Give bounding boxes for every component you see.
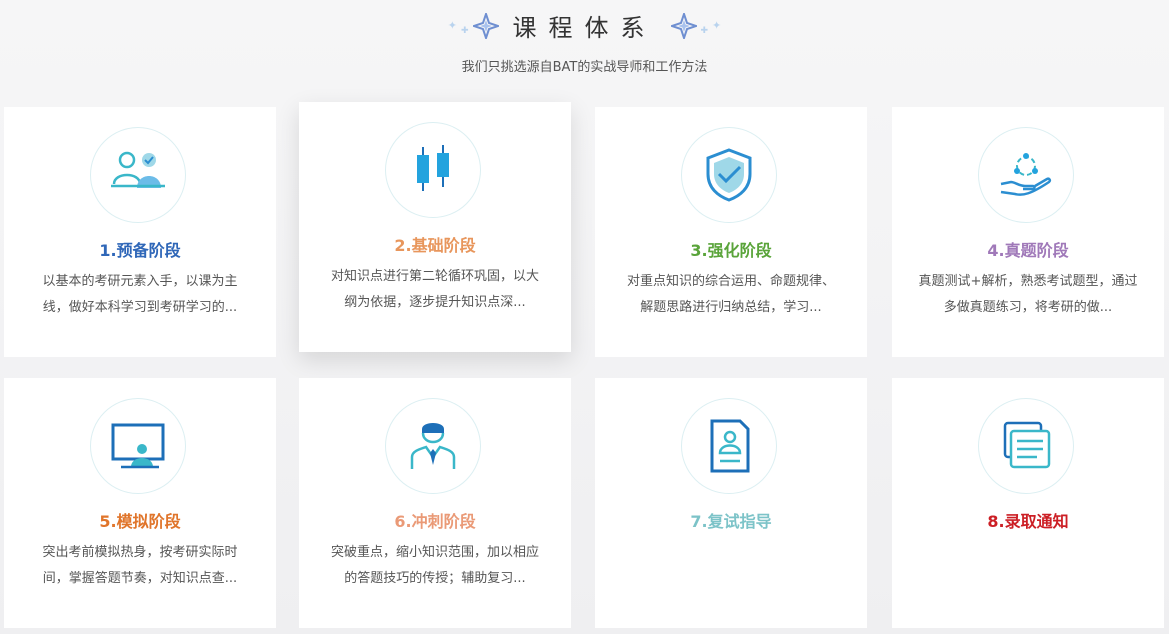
- candlestick-icon: [417, 145, 449, 191]
- card-description: 对知识点进行第二轮循环巩固，以大纲为依据，逐步提升知识点深...: [330, 269, 539, 310]
- hand-network-icon: [1000, 153, 1052, 196]
- stage-card-4[interactable]: 4.真题阶段 真题测试+解析，熟悉考试题型，通过多做真题练习，将考研的做...: [892, 107, 1164, 357]
- card-title: 1.预备阶段: [99, 241, 181, 260]
- stage-card-5[interactable]: 5.模拟阶段 突出考前模拟热身，按考研实际时间，掌握答题节奏，对知识点查...: [4, 378, 276, 628]
- card-title: 6.冲刺阶段: [394, 512, 476, 531]
- presentation-icon: [111, 423, 165, 469]
- resume-icon-circle: [681, 398, 777, 494]
- shield-icon-circle: [681, 127, 777, 223]
- section-title: 课程体系: [512, 14, 657, 42]
- small-sparkle-icon: ✚: [460, 25, 469, 36]
- card-description: 突出考前模拟热身，按考研实际时间，掌握答题节奏，对知识点查...: [42, 545, 238, 586]
- card-description: 以基本的考研元素入手，以课为主线，做好本科学习到考研学习的...: [42, 274, 238, 315]
- card-title: 7.复试指导: [690, 512, 772, 531]
- presentation-icon-circle: [90, 398, 186, 494]
- people-icon-circle: [90, 127, 186, 223]
- small-sparkle-icon: ✚: [700, 25, 709, 36]
- businessman-icon: [410, 423, 456, 469]
- card-description: 真题测试+解析，熟悉考试题型，通过多做真题练习，将考研的做...: [918, 274, 1138, 315]
- documents-icon-circle: [978, 398, 1074, 494]
- candlestick-icon-circle: [385, 122, 481, 218]
- card-description: 突破重点，缩小知识范围，加以相应的答题技巧的传授；辅助复习...: [330, 545, 539, 586]
- hand-network-icon-circle: [978, 127, 1074, 223]
- stage-card-7[interactable]: 7.复试指导: [595, 378, 867, 628]
- card-title: 3.强化阶段: [690, 241, 772, 260]
- card-title: 2.基础阶段: [394, 236, 476, 255]
- small-sparkle-icon: ✦: [712, 19, 722, 32]
- card-title: 4.真题阶段: [987, 241, 1069, 260]
- stage-card-3[interactable]: 3.强化阶段 对重点知识的综合运用、命题规律、解题思路进行归纳总结，学习...: [595, 107, 867, 357]
- card-title: 8.录取通知: [987, 512, 1069, 531]
- left-sparkle-decoration: ✦ ✚: [447, 12, 499, 39]
- right-sparkle-decoration: ✚ ✦: [670, 12, 722, 39]
- people-icon: [111, 151, 165, 188]
- title-row: ✦ ✚ 课程体系 ✚ ✦: [0, 8, 1169, 43]
- documents-icon: [1003, 421, 1051, 469]
- sparkle-icon: [670, 12, 697, 39]
- section-subtitle: 我们只挑选源自BAT的实战导师和工作方法: [461, 60, 708, 75]
- stage-card-6[interactable]: 6.冲刺阶段 突破重点，缩小知识范围，加以相应的答题技巧的传授；辅助复习...: [299, 378, 571, 628]
- stage-card-8[interactable]: 8.录取通知: [892, 378, 1164, 628]
- stage-card-1[interactable]: 1.预备阶段 以基本的考研元素入手，以课为主线，做好本科学习到考研学习的...: [4, 107, 276, 357]
- resume-icon: [710, 419, 750, 473]
- shield-check-icon: [706, 148, 752, 202]
- businessman-icon-circle: [385, 398, 481, 494]
- card-title: 5.模拟阶段: [99, 512, 181, 531]
- stage-card-2[interactable]: 2.基础阶段 对知识点进行第二轮循环巩固，以大纲为依据，逐步提升知识点深...: [299, 102, 571, 352]
- sparkle-icon: [472, 12, 499, 39]
- small-sparkle-icon: ✦: [447, 19, 457, 32]
- card-description: 对重点知识的综合运用、命题规律、解题思路进行归纳总结，学习...: [626, 274, 835, 315]
